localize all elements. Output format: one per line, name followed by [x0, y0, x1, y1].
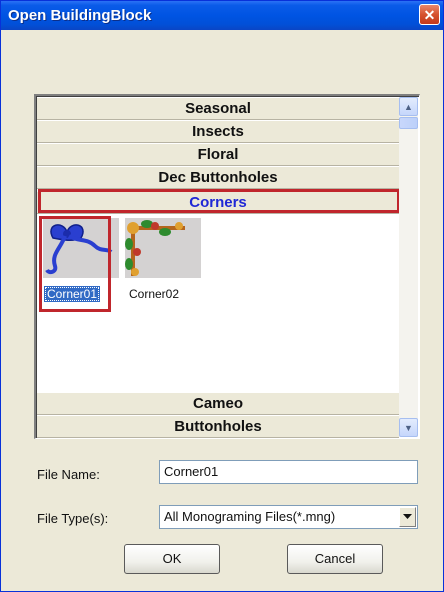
- corner01-thumbnail: [43, 218, 119, 278]
- category-buttonholes[interactable]: Buttonholes: [37, 415, 399, 438]
- scroll-up-button[interactable]: ▲: [399, 97, 418, 116]
- category-seasonal[interactable]: Seasonal: [37, 97, 399, 120]
- window-title: Open BuildingBlock: [8, 7, 152, 24]
- file-type-label: File Type(s):: [37, 511, 109, 526]
- category-list: Seasonal Insects Floral Dec Buttonholes …: [37, 97, 399, 438]
- building-block-browser: Seasonal Insects Floral Dec Buttonholes …: [34, 94, 420, 439]
- category-insects[interactable]: Insects: [37, 120, 399, 143]
- item-corner02[interactable]: Corner02: [123, 218, 203, 303]
- chevron-down-icon: [403, 514, 412, 519]
- category-dec-buttonholes[interactable]: Dec Buttonholes: [37, 166, 399, 189]
- title-bar[interactable]: Open BuildingBlock ✕: [1, 1, 443, 30]
- item-label: Corner02: [129, 287, 180, 301]
- floral-corner-icon: [125, 220, 185, 276]
- cancel-button[interactable]: Cancel: [287, 544, 383, 574]
- category-floral[interactable]: Floral: [37, 143, 399, 166]
- item-grid: Corner01 Corner02: [37, 214, 399, 390]
- open-buildingblock-dialog: Open BuildingBlock ✕ Seasonal Insects Fl…: [0, 0, 444, 592]
- category-label: Cameo: [192, 395, 244, 412]
- close-button[interactable]: ✕: [419, 4, 440, 25]
- category-corners[interactable]: Corners: [37, 191, 399, 214]
- file-name-label: File Name:: [37, 467, 100, 482]
- vertical-scrollbar[interactable]: ▲ ▼: [399, 97, 418, 437]
- category-cameo[interactable]: Cameo: [37, 392, 399, 415]
- close-icon: ✕: [423, 6, 436, 23]
- chevron-up-icon: ▲: [404, 101, 413, 112]
- category-label: Floral: [197, 146, 239, 163]
- item-corner01[interactable]: Corner01: [41, 218, 121, 303]
- scroll-down-button[interactable]: ▼: [399, 418, 418, 437]
- ok-button[interactable]: OK: [124, 544, 220, 574]
- category-label: Dec Buttonholes: [158, 169, 278, 186]
- scroll-thumb[interactable]: [399, 117, 418, 129]
- chevron-down-icon: ▼: [404, 422, 413, 433]
- file-type-select[interactable]: All Monograming Files(*.mng): [159, 505, 418, 529]
- category-label: Corners: [189, 194, 247, 211]
- category-label: Insects: [192, 123, 244, 140]
- ribbon-bow-icon: [45, 224, 113, 275]
- corner02-thumbnail: [125, 218, 201, 278]
- item-label: Corner01: [44, 286, 101, 302]
- category-label: Seasonal: [185, 100, 251, 117]
- category-label: Buttonholes: [174, 418, 262, 435]
- file-name-input[interactable]: Corner01: [159, 460, 418, 484]
- file-name-value: Corner01: [164, 464, 219, 479]
- dropdown-button[interactable]: [399, 507, 416, 527]
- file-type-value: All Monograming Files(*.mng): [164, 509, 336, 524]
